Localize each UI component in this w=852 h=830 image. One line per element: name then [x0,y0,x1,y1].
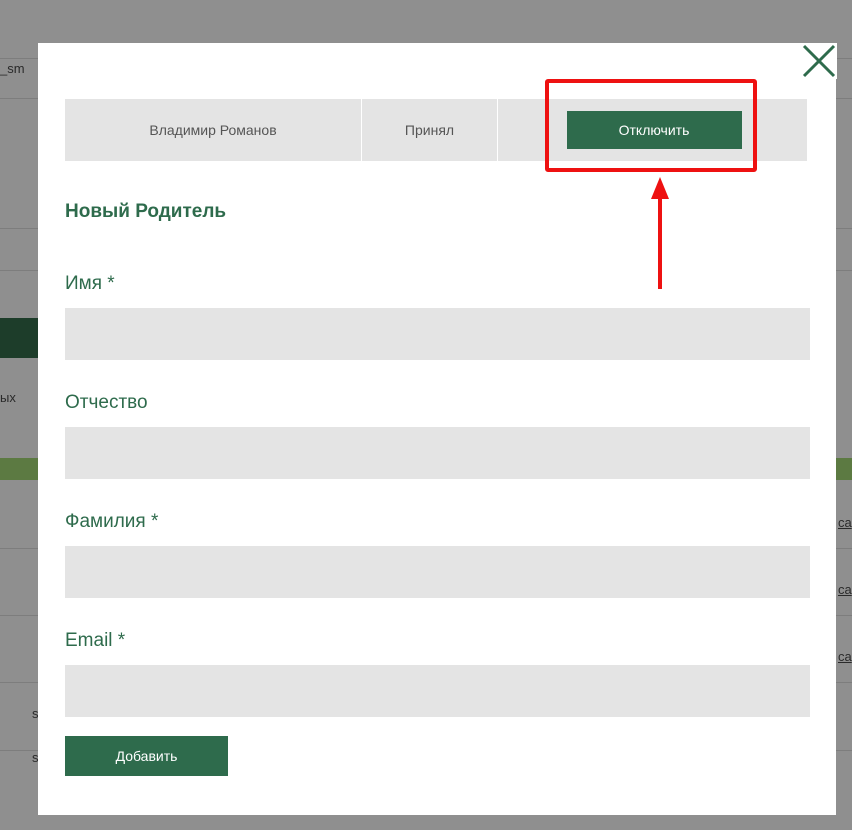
contact-action-cell: Отключить [498,99,807,161]
last-name-label: Фамилия * [65,511,159,532]
background-text: ых [0,390,16,405]
email-field[interactable] [65,665,810,717]
background-green-block [0,318,40,358]
disconnect-button[interactable]: Отключить [566,111,742,149]
background-link: са [838,649,852,664]
patronymic-label: Отчество [65,392,148,413]
contact-name: Владимир Романов [65,99,362,161]
last-name-field[interactable] [65,546,810,598]
contact-row: Владимир Романов Принял Отключить [65,99,807,161]
background-link: са [838,515,852,530]
arrow-up-icon [651,177,669,289]
first-name-label: Имя * [65,273,115,294]
contact-status: Принял [362,99,498,161]
email-label: Email * [65,630,126,651]
add-button[interactable]: Добавить [65,736,228,776]
patronymic-field[interactable] [65,427,810,479]
add-parent-modal: Владимир Романов Принял Отключить Новый … [38,43,836,815]
form-title: Новый Родитель [65,201,227,222]
first-name-field[interactable] [65,308,810,360]
background-link: са [838,582,852,597]
close-icon[interactable] [801,43,837,79]
background-text: _sm [0,61,25,76]
